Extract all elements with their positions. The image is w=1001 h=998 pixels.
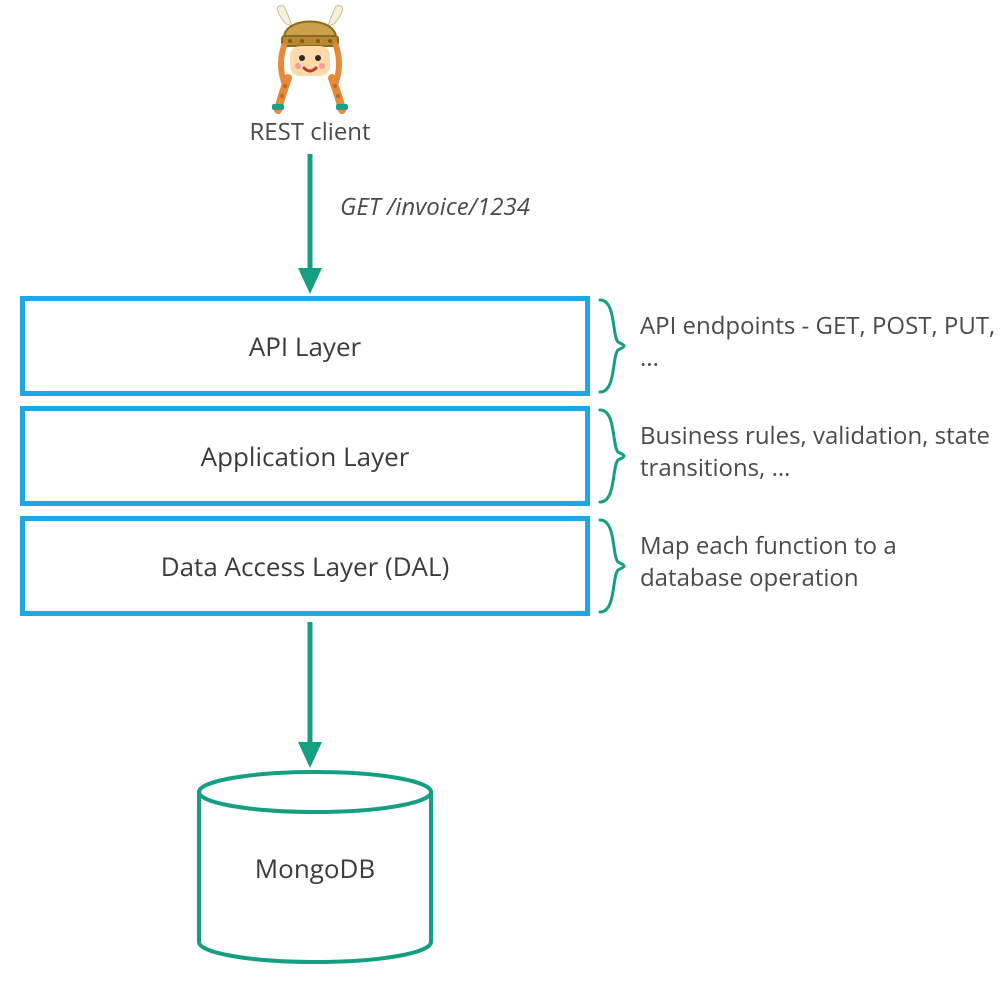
application-layer-title: Application Layer xyxy=(201,438,410,474)
database-label: MongoDB xyxy=(195,850,435,886)
brace-dal-icon xyxy=(596,516,634,616)
arrow-client-to-api-icon xyxy=(298,152,322,296)
brace-api-icon xyxy=(596,296,634,396)
application-layer-box: Application Layer xyxy=(20,406,590,506)
data-access-layer-box: Data Access Layer (DAL) xyxy=(20,516,590,616)
arrow-dal-to-db-icon xyxy=(298,620,322,770)
api-layer-box: API Layer xyxy=(20,296,590,396)
data-access-layer-title: Data Access Layer (DAL) xyxy=(161,548,450,584)
rest-client-avatar-icon xyxy=(266,4,354,114)
api-layer-annotation: API endpoints - GET, POST, PUT, ... xyxy=(640,310,1000,375)
api-layer-title: API Layer xyxy=(249,328,361,364)
request-label: GET /invoice/1234 xyxy=(340,190,530,223)
data-access-layer-annotation: Map each function to a database operatio… xyxy=(640,530,1000,595)
rest-client-label: REST client xyxy=(210,115,410,148)
diagram-stage: REST client GET /invoice/1234 API Layer … xyxy=(0,0,1001,998)
application-layer-annotation: Business rules, validation, state transi… xyxy=(640,420,1000,485)
brace-app-icon xyxy=(596,406,634,506)
